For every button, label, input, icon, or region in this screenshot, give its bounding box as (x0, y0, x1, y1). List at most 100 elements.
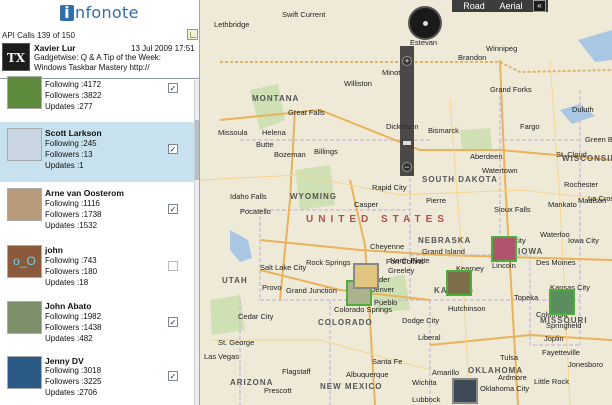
country-label: UNITED STATES (306, 214, 449, 225)
zoom-slider-handle[interactable] (403, 141, 411, 145)
city-label: Winnipeg (486, 44, 518, 53)
user-name[interactable]: John Abato (45, 301, 91, 311)
avatar[interactable] (7, 356, 42, 389)
user-map-pin[interactable] (452, 378, 478, 404)
user-map-pin[interactable] (446, 270, 472, 296)
city-label: Dodge City (402, 316, 440, 325)
city-label: Cedar City (238, 312, 274, 321)
zoom-out-button[interactable]: − (402, 162, 412, 172)
city-label: Flagstaff (282, 367, 311, 376)
city-label: Casper (354, 200, 379, 209)
state-label: COLORADO (318, 318, 373, 327)
collapse-icon[interactable]: « (533, 0, 546, 12)
city-label: Aberdeen (470, 152, 503, 161)
updates-count: Updates :18 (45, 278, 89, 287)
city-label: Mankato (548, 200, 577, 209)
city-label: Lincoln (492, 261, 516, 270)
user-name[interactable]: Jenny DV (45, 356, 84, 366)
city-label: Ardmore (498, 373, 527, 382)
city-label: Bozeman (274, 150, 306, 159)
user-map-pin[interactable] (549, 289, 575, 315)
map-view[interactable]: UNITED STATES MONTANA WYOMING NEBRASKA I… (200, 0, 612, 405)
state-label: MONTANA (252, 94, 300, 103)
user-name[interactable]: Scott Larkson (45, 128, 102, 138)
city-label: Grand Forks (490, 85, 532, 94)
user-name[interactable]: Arne van Oosterom (45, 188, 124, 198)
user-name[interactable]: john (45, 245, 63, 255)
api-calls-counter: API Calls 139 of 150 (2, 31, 75, 40)
user-checkbox[interactable]: ✓ (168, 83, 178, 93)
following-count: Following :1116 (45, 199, 100, 208)
aerial-view-button[interactable]: Aerial (492, 0, 530, 12)
updates-count: Updates :482 (45, 334, 93, 343)
user-checkbox[interactable]: ✓ (168, 317, 178, 327)
updates-count: Updates :2706 (45, 388, 98, 397)
state-label: WYOMING (290, 192, 337, 201)
user-map-pin[interactable] (491, 236, 517, 262)
left-panel: i nfonote API Calls 139 of 150 TX Xavier … (0, 0, 200, 405)
city-label: Pueblo (374, 298, 398, 307)
city-label: Great Falls (288, 108, 325, 117)
city-label: Bismarck (428, 126, 459, 135)
zoom-control[interactable]: + − (400, 46, 414, 176)
list-item[interactable]: Arne van Oosterom Following :1116 Follow… (0, 182, 194, 242)
avatar[interactable] (7, 188, 42, 221)
tweet-timestamp: 13 Jul 2009 17:51 (131, 44, 195, 53)
city-label: Watertown (482, 166, 518, 175)
list-item[interactable]: Scott Larkson Following :245 Followers :… (0, 122, 194, 182)
zoom-in-button[interactable]: + (402, 56, 412, 66)
user-checkbox[interactable]: ✓ (168, 371, 178, 381)
compass-icon[interactable] (408, 6, 442, 40)
user-checkbox[interactable]: ✓ (168, 204, 178, 214)
list-item[interactable]: Jenny DV Following :3018 Followers :3225… (0, 352, 194, 405)
city-label: Billings (314, 147, 338, 156)
city-label: Amarillo (432, 368, 460, 377)
city-label: Joplin (544, 334, 564, 343)
list-item[interactable]: o_O john Following :743 Followers :180 U… (0, 239, 194, 299)
updates-count: Updates :1 (45, 161, 84, 170)
city-label: Albuquerque (346, 370, 389, 379)
city-label: Helena (262, 128, 286, 137)
city-label: St. George (218, 338, 255, 347)
city-label: Swift Current (282, 10, 326, 19)
following-count: Following :245 (45, 139, 97, 148)
city-label: Tulsa (500, 353, 519, 362)
city-label: Rochester (564, 180, 599, 189)
user-checkbox[interactable]: ✓ (168, 144, 178, 154)
followers-count: Followers :13 (45, 150, 93, 159)
city-label: Butte (256, 140, 274, 149)
city-label: Pierre (426, 196, 447, 205)
edit-icon[interactable] (187, 29, 198, 40)
city-label: Iowa City (568, 236, 599, 245)
tweet-author[interactable]: Xavier Lur (34, 43, 76, 53)
city-label: Missoula (218, 128, 248, 137)
city-label: Little Rock (534, 377, 570, 386)
city-label: Salt Lake City (260, 263, 307, 272)
city-label: Brandon (458, 53, 487, 62)
city-label: Des Moines (536, 258, 576, 267)
city-label: Green Bay (585, 135, 612, 144)
avatar[interactable]: o_O (7, 245, 42, 278)
city-label: Madison (578, 196, 607, 205)
city-label: Hutchinson (448, 304, 486, 313)
state-label: NEBRASKA (418, 236, 472, 245)
avatar[interactable] (7, 128, 42, 161)
city-label: Grand Junction (286, 286, 337, 295)
avatar[interactable] (7, 76, 42, 109)
city-label: Duluth (572, 105, 594, 114)
city-label: Santa Fe (372, 357, 403, 366)
following-count: Following :1982 (45, 312, 102, 321)
user-checkbox[interactable] (168, 261, 178, 271)
compass-center[interactable] (423, 21, 428, 26)
followers-count: Followers :3225 (45, 377, 102, 386)
state-label: IOWA (518, 247, 544, 256)
state-label: UTAH (222, 276, 248, 285)
road-view-button[interactable]: Road (458, 0, 490, 12)
list-item[interactable]: John Abato Following :1982 Followers :14… (0, 295, 194, 355)
user-map-pin[interactable] (353, 263, 379, 289)
city-label: Idaho Falls (230, 192, 267, 201)
avatar[interactable]: TX (2, 43, 30, 71)
city-label: Rapid City (372, 183, 407, 192)
avatar[interactable] (7, 301, 42, 334)
city-label: Las Vegas (204, 352, 240, 361)
